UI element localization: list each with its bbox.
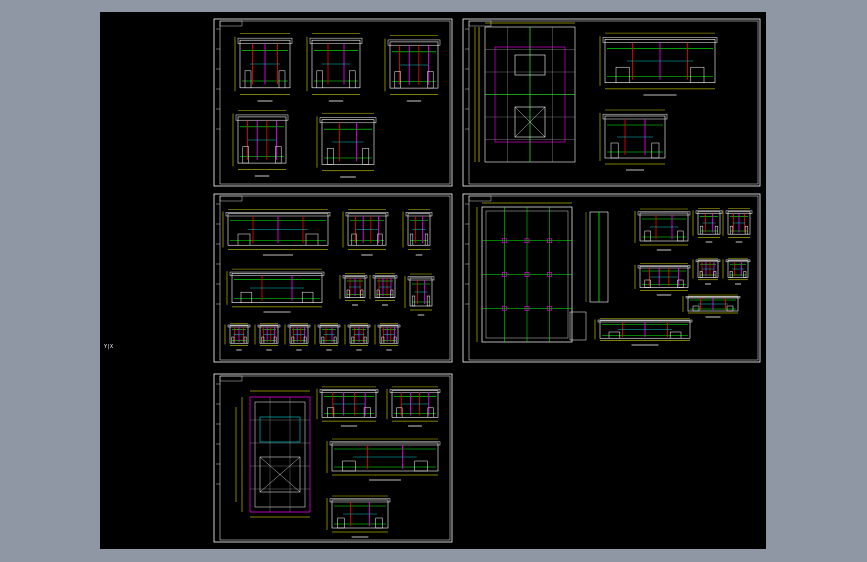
sheet-3[interactable] bbox=[213, 193, 453, 363]
drawing-canvas[interactable]: Y|X bbox=[100, 12, 766, 549]
sheet-2[interactable] bbox=[462, 18, 761, 187]
sheet-5[interactable] bbox=[213, 373, 453, 543]
sheet-1[interactable] bbox=[213, 18, 453, 187]
sheet-4[interactable] bbox=[462, 193, 761, 363]
cad-drawing-area[interactable] bbox=[100, 12, 766, 549]
